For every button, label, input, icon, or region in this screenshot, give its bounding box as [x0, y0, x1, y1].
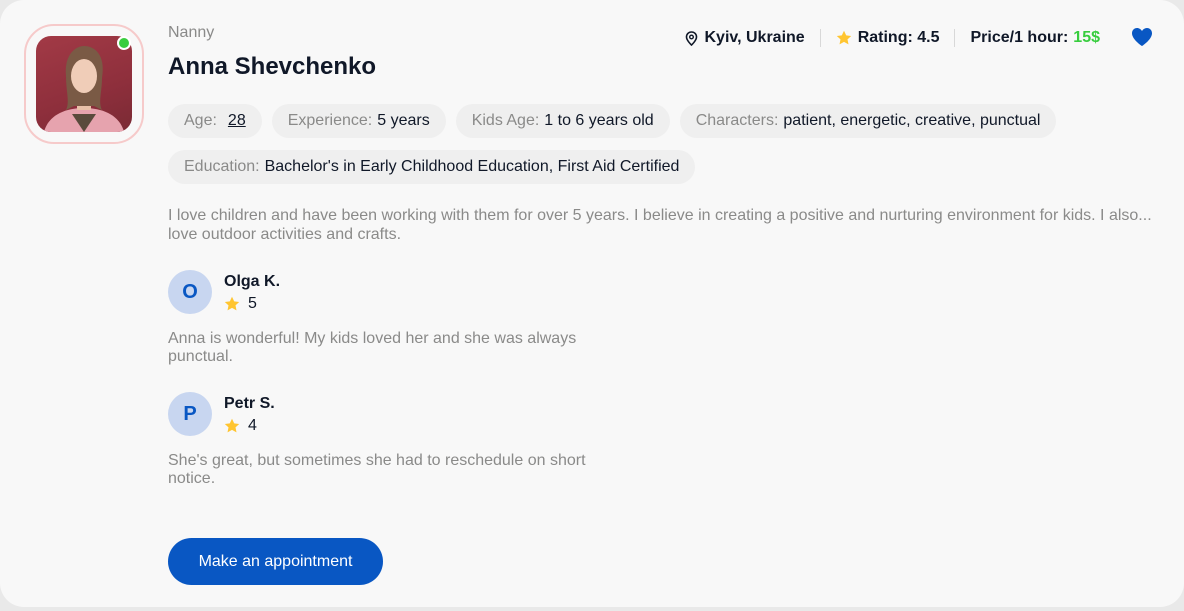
review-text: Anna is wonderful! My kids loved her and…	[168, 330, 577, 365]
price-value: 15$	[1073, 29, 1100, 46]
review-item: P Petr S. 4 She's great, but sometimes s…	[168, 392, 608, 488]
chip-education: Education: Bachelor's in Early Childhood…	[168, 150, 696, 184]
reviewer-info: Petr S. 4	[224, 394, 275, 435]
reviewer-name: Petr S.	[224, 394, 275, 412]
chip-value: 5 years	[377, 112, 430, 129]
star-icon	[224, 418, 240, 432]
reviewer-avatar: P	[168, 392, 212, 436]
price: Price/1 hour: 15$	[970, 29, 1100, 47]
review-text: She's great, but sometimes she had to re…	[168, 452, 586, 487]
review-rating: 4	[224, 417, 275, 435]
chip-label: Age:	[184, 112, 217, 129]
heart-icon	[1132, 28, 1152, 46]
chip-kids-age: Kids Age: 1 to 6 years old	[455, 104, 670, 138]
reviewer-name: Olga K.	[224, 272, 281, 290]
chip-value: patient, energetic, creative, punctual	[783, 112, 1041, 129]
profile-role: Nanny	[168, 24, 215, 41]
review-header: O Olga K. 5	[168, 270, 608, 314]
location-text: Kyiv, Ukraine	[704, 29, 805, 46]
star-icon	[836, 30, 852, 46]
avatar-photo	[36, 36, 132, 132]
reviewer-avatar: O	[168, 270, 212, 314]
location: Kyiv, Ukraine	[685, 29, 805, 47]
profile-name: Anna Shevchenko	[168, 53, 377, 80]
details-chips: Age: 28 Experience: 5 years Kids Age: 1 …	[168, 104, 1168, 184]
price-label: Price/1 hour:	[970, 29, 1069, 46]
review-rating-value: 5	[248, 294, 257, 312]
chip-label: Education:	[184, 158, 260, 175]
rating: Rating: 4.5	[836, 29, 940, 47]
chip-experience: Experience: 5 years	[271, 104, 446, 138]
review-rating-value: 4	[248, 416, 257, 434]
chip-value: 28	[227, 112, 246, 129]
online-status-indicator	[117, 36, 131, 50]
avatar	[24, 24, 144, 144]
review-item: O Olga K. 5 Anna is wonderful! My kids l…	[168, 270, 608, 366]
about-text: I love children and have been working wi…	[168, 207, 1152, 243]
chip-characters: Characters: patient, energetic, creative…	[679, 104, 1057, 138]
star-icon	[224, 296, 240, 310]
rating-text: Rating: 4.5	[857, 29, 940, 46]
chip-age: Age: 28	[168, 104, 262, 138]
map-pin-icon	[685, 30, 698, 46]
make-appointment-button[interactable]: Make an appointment	[168, 538, 383, 585]
review-header: P Petr S. 4	[168, 392, 608, 436]
review-rating: 5	[224, 295, 280, 313]
chip-value: Bachelor's in Early Childhood Education,…	[264, 158, 680, 175]
divider	[819, 29, 821, 47]
nanny-card: Nanny Anna Shevchenko Kyiv, Ukraine Rati…	[0, 0, 1184, 607]
chip-label: Experience:	[287, 112, 373, 129]
reviewer-info: Olga K. 5	[224, 272, 280, 313]
profile-meta: Kyiv, Ukraine Rating: 4.5 Price/1 hour: …	[685, 28, 1100, 48]
chip-label: Characters:	[695, 112, 779, 129]
chip-value: 1 to 6 years old	[544, 112, 654, 129]
divider	[954, 29, 956, 47]
chip-label: Kids Age:	[471, 112, 540, 129]
favorite-button[interactable]	[1131, 27, 1153, 47]
